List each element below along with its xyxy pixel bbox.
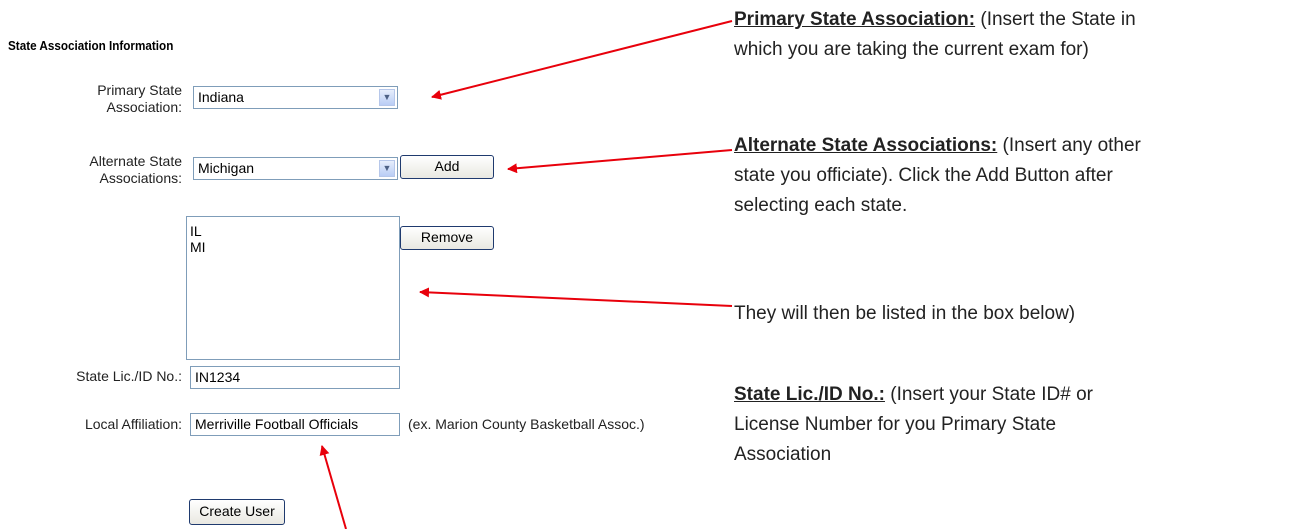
- arrow-to-add-button: [507, 149, 733, 174]
- arrow-to-affiliation-input: [319, 445, 347, 529]
- arrow-to-primary-select: [431, 20, 733, 100]
- callout-arrows: [319, 20, 733, 529]
- arrow-to-listbox: [419, 287, 733, 307]
